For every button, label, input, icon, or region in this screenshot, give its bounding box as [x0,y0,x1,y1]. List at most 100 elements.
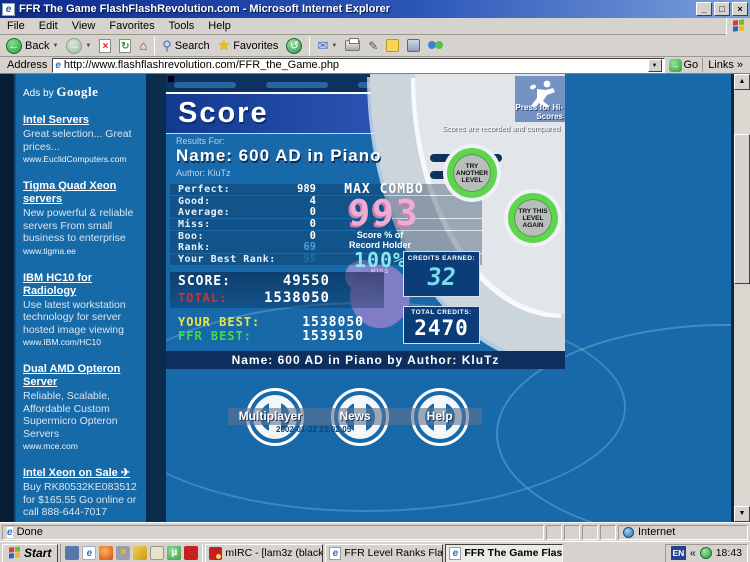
search-button[interactable]: ⚲ Search [158,36,213,56]
stop-button[interactable]: × [95,36,115,56]
taskbar-window-ffr-ranks[interactable]: e FFR Level Ranks FlashFl... [325,543,444,562]
print-icon [345,38,361,51]
try-this-level-again-button[interactable]: TRY THIS LEVEL AGAIN [508,193,558,243]
credits-earned-box: CREDITS EARNED: 32 [403,251,480,297]
status-cell [582,524,598,540]
address-url[interactable]: http://www.flashflashrevolution.com/FFR_… [64,59,645,71]
maximize-button[interactable]: □ [714,2,730,16]
ad-title-link[interactable]: Intel Servers [23,114,139,127]
nav-labels-bar: Multiplayer News Help [228,408,482,425]
mail-dropdown-icon[interactable]: ▼ [331,43,337,49]
ffr-best-row: FFR BEST: 1539150 [170,329,390,344]
menu-help[interactable]: Help [201,19,238,33]
back-button[interactable]: ← Back ▼ [2,36,62,56]
ad-url[interactable]: www.EuclidComputers.com [23,154,139,164]
google-logo: Google [56,84,99,99]
menu-tools[interactable]: Tools [162,19,202,33]
pill-decoration [266,82,328,88]
start-button[interactable]: Start [2,543,59,562]
menu-view[interactable]: View [65,19,103,33]
mail-button[interactable]: ✉ ▼ [313,36,341,56]
scroll-down-button[interactable]: ▼ [734,506,750,522]
ad-url[interactable]: www.tigma.ee [23,246,139,256]
score-value: 49550 [282,273,330,289]
refresh-button[interactable]: ↻ [115,36,135,56]
minimize-button[interactable]: _ [696,2,712,16]
credits-earned-label: CREDITS EARNED: [407,255,476,262]
menu-favorites[interactable]: Favorites [102,19,161,33]
scrollbar-thumb[interactable] [734,134,750,284]
home-button[interactable]: ⌂ [135,36,151,56]
ad-url[interactable]: www.mce.com [23,441,139,451]
links-button[interactable]: Links » [702,58,748,72]
flash-corner-mark [168,76,174,82]
messenger-button[interactable] [424,36,448,56]
task-label: FFR Level Ranks FlashFl... [344,547,443,559]
vertical-scrollbar[interactable]: ▲ ▼ [734,74,750,522]
ad-title-link[interactable]: Dual AMD Opteron Server [23,363,139,389]
ad-title-link[interactable]: Tigma Quad Xeon servers [23,180,139,206]
address-label: Address [7,59,48,71]
research-button[interactable] [403,36,424,56]
total-row: TOTAL: 1538050 [170,289,384,306]
ads-by-google-header[interactable]: Ads by Google [23,84,139,100]
address-dropdown-icon[interactable]: ▼ [647,58,662,72]
firefox-shortcut-icon[interactable] [99,546,114,560]
back-label: Back [25,39,50,52]
score-panel: SCORE: 49550 TOTAL: 1538050 [170,272,384,308]
ad-body: Great selection... Great prices... [23,128,132,153]
favorites-button[interactable]: ★ Favorites [214,36,283,56]
promo-plane-icon: ✈ [120,467,131,479]
links-label: Links [708,59,734,71]
edit-button[interactable]: ✎ [364,36,382,56]
page-icon: e [55,59,61,71]
menu-file[interactable]: File [0,19,32,33]
news-label[interactable]: News [313,408,398,425]
flash-game[interactable]: Score Press for Hi-Scores Scores are rec… [166,74,731,522]
score-label: SCORE: [178,274,231,289]
mirc-shortcut-icon[interactable] [184,546,199,560]
tray-chevron-icon[interactable]: « [690,547,696,559]
print-button[interactable] [341,36,364,56]
ad-title-link[interactable]: IBM HC10 for Radiology [23,272,139,298]
forward-button[interactable]: → ▼ [62,36,95,56]
ffr-best-value: 1539150 [302,329,364,344]
try-another-level-button[interactable]: TRY ANOTHER LEVEL [447,148,497,198]
scroll-up-button[interactable]: ▲ [734,74,750,90]
total-credits-label: TOTAL CREDITS: [411,309,472,316]
multiplayer-label[interactable]: Multiplayer [228,408,313,425]
back-dropdown-icon[interactable]: ▼ [52,43,58,49]
home-icon: ⌂ [139,38,148,53]
discuss-button[interactable] [382,36,403,56]
press-hi-scores-label[interactable]: Press for Hi-Scores [507,103,563,121]
language-indicator[interactable]: EN [670,546,686,560]
your-best-row: YOUR BEST: 1538050 [170,315,390,330]
utorrent-shortcut-icon[interactable]: µ [167,546,182,560]
taskbar-window-mirc[interactable]: mIRC - [lam3z (blackhaz... [205,543,324,562]
clock[interactable]: 18:43 [716,547,742,559]
help-label[interactable]: Help [397,408,482,425]
ad-url[interactable]: www.IBM.com/HC10 [23,337,139,347]
mirc-icon [209,546,223,560]
ie-shortcut-icon[interactable]: e [82,546,97,560]
app-shortcut-icon[interactable] [150,546,165,560]
status-text: Done [16,526,43,538]
menu-bar: File Edit View Favorites Tools Help [0,17,750,35]
address-input[interactable]: e http://www.flashflashrevolution.com/FF… [52,57,665,73]
ffr-best-label: FFR BEST: [178,329,253,343]
menu-edit[interactable]: Edit [32,19,65,33]
close-button[interactable]: × [732,2,748,16]
app-shortcut-icon[interactable] [65,546,80,560]
stat-label: Good: [178,195,211,207]
go-button[interactable]: → Go [665,57,703,73]
winamp-shortcut-icon[interactable]: × [116,546,131,560]
score-row: SCORE: 49550 [170,272,384,289]
utorrent-tray-icon[interactable] [699,547,712,559]
ad-title-link[interactable]: Intel Xeon on Sale ✈ [23,467,139,480]
forward-dropdown-icon[interactable]: ▼ [85,43,91,49]
app-shortcut-icon[interactable] [133,546,148,560]
taskbar-window-ffr-game[interactable]: e FFR The Game FlashFl... [445,543,564,562]
history-button[interactable]: ↺ [282,36,306,56]
status-message-panel: e Done [2,524,544,540]
ie-toolbar: ← Back ▼ → ▼ × ↻ ⌂ ⚲ Search ★ Favorites … [0,35,750,57]
